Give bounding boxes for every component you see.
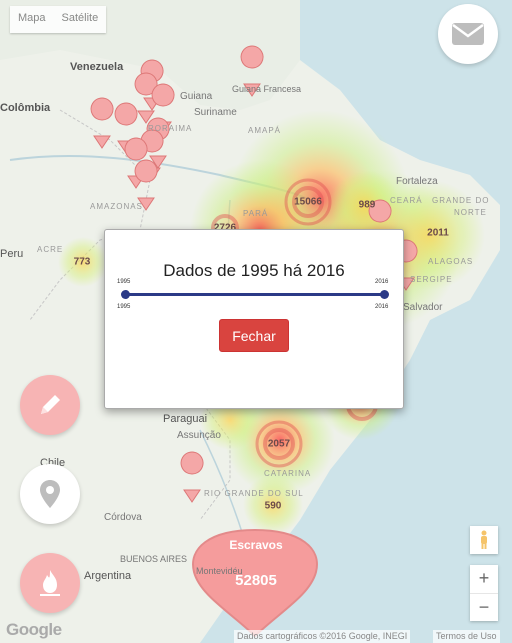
slider-handle-high[interactable] (379, 290, 389, 299)
map-attribution: Dados cartográficos ©2016 Google, INEGI (234, 630, 411, 643)
slider-high-value: 2016 (375, 304, 389, 310)
year-range-slider[interactable] (125, 293, 384, 296)
date-range-modal: Dados de 1995 há 2016 1995 2016 1995 201… (104, 229, 404, 409)
envelope-icon (452, 23, 484, 45)
total-badge-label: Escravos (229, 538, 283, 552)
total-badge-value: 52805 (235, 572, 277, 589)
slider-max-label: 2016 (375, 279, 389, 285)
terms-link[interactable]: Termos de Uso (433, 630, 500, 643)
cluster-marker[interactable]: 2011 (427, 228, 449, 239)
street-view-pegman[interactable] (470, 526, 498, 554)
pencil-icon (41, 395, 60, 414)
edit-button[interactable] (20, 375, 80, 435)
cluster-marker[interactable]: 773 (74, 257, 91, 268)
cluster-marker[interactable]: 989 (359, 200, 376, 211)
pegman-icon (481, 530, 487, 549)
contact-button[interactable] (438, 4, 498, 64)
zoom-out-button[interactable]: − (470, 594, 498, 622)
zoom-control: + − (470, 565, 498, 621)
location-button[interactable] (20, 464, 80, 524)
slider-handle-low[interactable] (120, 290, 130, 299)
zoom-in-button[interactable]: + (470, 565, 498, 594)
close-button[interactable]: Fechar (219, 319, 289, 352)
map-type-satellite-button[interactable]: Satélite (54, 6, 107, 33)
google-logo[interactable]: Google (6, 620, 62, 640)
cluster-marker[interactable]: 15066 (294, 197, 322, 208)
slider-min-label: 1995 (117, 279, 131, 285)
fire-icon (40, 570, 60, 596)
fire-button[interactable] (20, 553, 80, 613)
map-type-control: Mapa Satélite (10, 6, 107, 33)
cluster-marker[interactable]: 590 (265, 501, 282, 512)
cluster-marker[interactable]: 2057 (268, 439, 290, 450)
map-marker-icon (40, 480, 60, 508)
map-type-map-button[interactable]: Mapa (10, 6, 54, 33)
slider-low-value: 1995 (117, 304, 131, 310)
modal-title: Dados de 1995 há 2016 (163, 261, 345, 280)
